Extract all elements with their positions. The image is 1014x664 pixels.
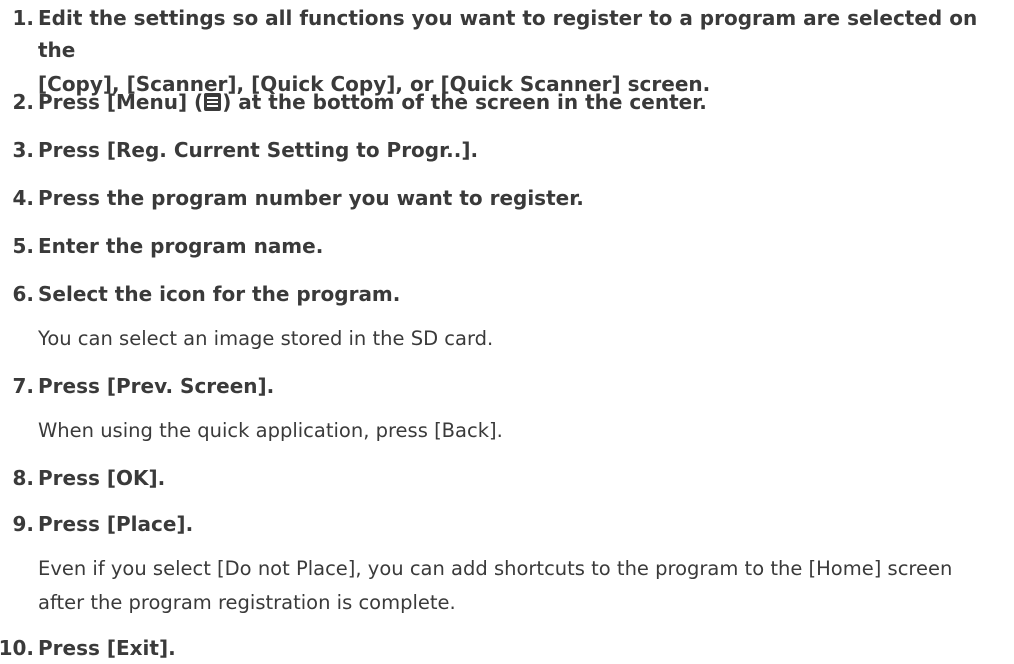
step-text: Press [OK]. [38,466,166,490]
step-note-line-2: after the program registration is comple… [38,591,456,614]
step-note: When using the quick application, press … [38,419,503,442]
step-note: Even if you select [Do not Place], you c… [38,553,988,619]
step-number: 1. [12,6,34,30]
step-number: 6. [12,282,34,306]
step-text-after-icon: ) at the bottom of the screen in the cen… [222,90,707,114]
step-number: 7. [12,374,34,398]
step-number: 2. [12,90,34,114]
step-note: You can select an image stored in the SD… [38,327,494,350]
step-text: Press [Prev. Screen]. [38,374,275,398]
step-text-line-1: Edit the settings so all functions you w… [38,6,978,62]
step-text: Enter the program name. [38,234,324,258]
step-number: 4. [12,186,34,210]
step-number: 3. [12,138,34,162]
step-text: Select the icon for the program. [38,282,401,306]
menu-icon [204,93,222,111]
step-number: 5. [12,234,34,258]
step-note-line-1: Even if you select [Do not Place], you c… [38,557,953,580]
step-number: 9. [12,512,34,536]
step-text: Press [Menu] ( ) at the bottom of the scr… [38,86,1012,118]
step-number: 10. [0,636,34,660]
step-text: Press [Reg. Current Setting to Progr..]. [38,138,479,162]
step-text: Press the program number you want to reg… [38,186,584,210]
step-text: Press [Place]. [38,512,194,536]
step-text-before-icon: Press [Menu] ( [38,90,204,114]
step-number: 8. [12,466,34,490]
step-text: Press [Exit]. [38,636,176,660]
